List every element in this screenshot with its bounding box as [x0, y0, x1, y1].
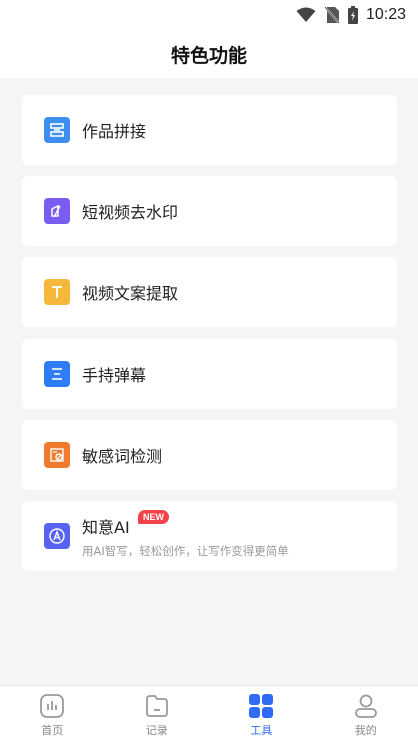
feature-label: 敏感词检测: [82, 447, 163, 466]
ai-icon: [44, 523, 70, 549]
feature-card-ai[interactable]: 知意AI 用AI智写，轻松创作，让写作变得更简单 NEW: [22, 501, 397, 571]
text-extract-icon: [44, 279, 70, 305]
wifi-icon: [296, 7, 316, 23]
handheld-barrage-icon: [44, 361, 70, 387]
new-badge: NEW: [138, 510, 169, 524]
page-title: 特色功能: [170, 44, 247, 67]
no-sim-icon: [324, 6, 340, 24]
user-icon: [353, 693, 379, 719]
header: 特色功能: [0, 30, 418, 78]
feature-label: 作品拼接: [82, 122, 147, 141]
tab-label: 我的: [354, 724, 377, 737]
feature-card-sensitive[interactable]: 敏感词检测: [22, 420, 397, 490]
battery-icon: [347, 6, 358, 24]
watermark-remove-icon: [44, 198, 70, 224]
chart-icon: [39, 693, 65, 719]
tab-home[interactable]: 首页: [0, 686, 105, 743]
feature-card-text-extract[interactable]: 视频文案提取: [22, 257, 397, 327]
tab-profile[interactable]: 我的: [314, 686, 418, 743]
tab-records[interactable]: 记录: [105, 686, 210, 743]
feature-card-splice[interactable]: 作品拼接: [22, 95, 397, 165]
ai-title-row: 知意AI: [82, 514, 289, 538]
folder-icon: [144, 693, 170, 719]
feature-label: 视频文案提取: [82, 284, 179, 303]
feature-card-barrage[interactable]: 手持弹幕: [22, 339, 397, 409]
feature-card-watermark[interactable]: 短视频去水印: [22, 176, 397, 246]
tab-label: 首页: [41, 724, 64, 737]
tab-label: 记录: [145, 724, 168, 737]
tab-bar: 首页 记录 工具 我的: [0, 685, 418, 743]
sensitive-word-icon: [44, 442, 70, 468]
feature-label: 手持弹幕: [82, 366, 147, 385]
status-time: 10:23: [365, 6, 406, 23]
grid-icon: [248, 693, 274, 719]
splice-icon: [44, 117, 70, 143]
feature-label: 短视频去水印: [82, 203, 179, 222]
ai-subtitle: 用AI智写，轻松创作，让写作变得更简单: [82, 543, 289, 558]
feature-list: 作品拼接 短视频去水印 视频文案提取 手持弹幕 敏感词检测 知意AI 用AI智写…: [0, 78, 418, 685]
tab-tools[interactable]: 工具: [209, 686, 314, 743]
tab-label: 工具: [250, 724, 273, 737]
ai-card-texts: 知意AI 用AI智写，轻松创作，让写作变得更简单: [82, 514, 289, 559]
ai-title: 知意AI: [82, 517, 130, 537]
status-bar: 10:23: [0, 0, 418, 30]
